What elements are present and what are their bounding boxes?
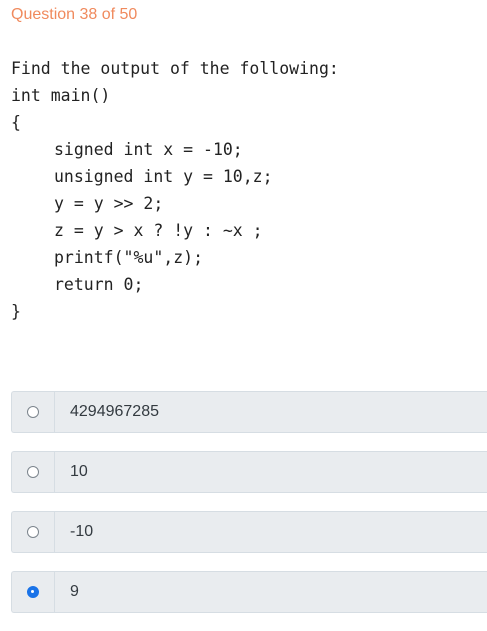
answer-option-label: -10 (70, 523, 94, 540)
radio-button[interactable] (27, 466, 39, 478)
code-line: signed int x = -10; (54, 140, 243, 159)
code-line: z = y > x ? !y : ~x ; (54, 221, 263, 240)
radio-cell[interactable] (12, 452, 55, 492)
radio-cell[interactable] (12, 392, 55, 432)
question-prompt-line: Find the output of the following: (11, 59, 339, 78)
answer-option-2[interactable]: 10 (11, 451, 487, 493)
answer-option-label: 9 (70, 583, 79, 600)
radio-button[interactable] (27, 586, 39, 598)
answer-option-label: 4294967285 (70, 403, 159, 420)
answer-option-3[interactable]: -10 (11, 511, 487, 553)
answer-option-1[interactable]: 4294967285 (11, 391, 487, 433)
answer-option-label: 10 (70, 463, 88, 480)
answer-options: 4294967285 10 -10 9 (11, 391, 487, 631)
answer-option-4[interactable]: 9 (11, 571, 487, 613)
code-line: { (11, 113, 21, 132)
code-line: return 0; (54, 275, 144, 294)
radio-cell[interactable] (12, 572, 55, 612)
code-line: unsigned int y = 10,z; (54, 167, 273, 186)
code-line: y = y >> 2; (54, 194, 164, 213)
code-line: printf("%u",z); (54, 248, 204, 267)
radio-button[interactable] (27, 406, 39, 418)
radio-cell[interactable] (12, 512, 55, 552)
code-line: } (11, 302, 21, 321)
radio-button[interactable] (27, 526, 39, 538)
question-code-block: Find the output of the following: int ma… (11, 57, 339, 327)
question-counter: Question 38 of 50 (11, 6, 138, 23)
code-line: int main() (11, 86, 111, 105)
